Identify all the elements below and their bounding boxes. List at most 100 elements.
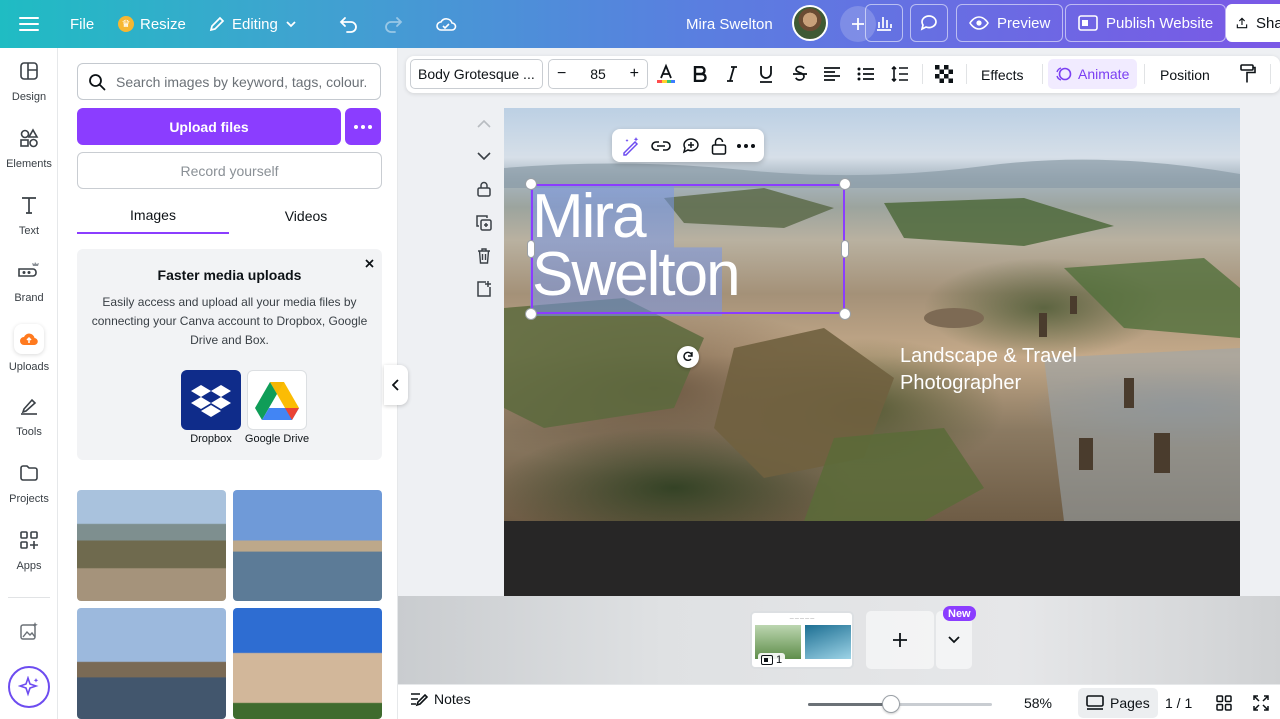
add-page-button[interactable] bbox=[866, 611, 934, 669]
uploaded-image-marina[interactable] bbox=[77, 608, 226, 719]
decrease-font-size-button[interactable]: − bbox=[557, 65, 566, 83]
canva-ai-button[interactable] bbox=[8, 666, 50, 708]
link-icon[interactable] bbox=[651, 139, 671, 153]
rail-item-apps[interactable]: Apps bbox=[0, 519, 58, 579]
unlock-icon[interactable] bbox=[711, 137, 727, 155]
rail-item-label: Elements bbox=[6, 157, 52, 170]
uploaded-image-rocky-beach[interactable] bbox=[77, 490, 226, 601]
rail-item-brand[interactable]: Brand bbox=[0, 251, 58, 311]
rail-divider bbox=[8, 597, 50, 598]
redo-button[interactable] bbox=[376, 6, 410, 42]
share-button[interactable]: Share bbox=[1226, 4, 1280, 42]
pages-button[interactable]: Pages bbox=[1078, 688, 1158, 718]
font-family-dropdown[interactable]: Body Grotesque ... bbox=[410, 59, 543, 89]
search-input[interactable] bbox=[116, 73, 366, 90]
comments-button[interactable] bbox=[910, 4, 948, 42]
font-size-value[interactable]: 85 bbox=[590, 66, 606, 82]
rail-item-text[interactable]: Text bbox=[0, 184, 58, 244]
undo-icon bbox=[339, 17, 357, 33]
page-subheading[interactable]: Landscape & Travel Photographer bbox=[900, 343, 1077, 397]
resize-button[interactable]: ♛ Resize bbox=[108, 6, 196, 42]
crown-icon: ♛ bbox=[118, 16, 134, 32]
copy-style-button[interactable] bbox=[1234, 61, 1262, 87]
preview-button[interactable]: Preview bbox=[956, 4, 1064, 42]
upload-files-button[interactable]: Upload files bbox=[77, 108, 341, 145]
uploaded-image-harbour[interactable] bbox=[233, 490, 382, 601]
align-text-button[interactable] bbox=[818, 61, 846, 87]
rail-item-tools[interactable]: Tools bbox=[0, 385, 58, 445]
rotate-handle[interactable] bbox=[677, 346, 699, 368]
magic-media-button[interactable] bbox=[6, 616, 52, 646]
zoom-slider-thumb[interactable] bbox=[881, 695, 900, 713]
page-move-down-button[interactable] bbox=[470, 142, 498, 170]
spacing-button[interactable] bbox=[886, 61, 914, 87]
text-color-button[interactable] bbox=[652, 61, 680, 87]
design-page[interactable]: Mira Swelton Landscape & Travel Photogra… bbox=[504, 108, 1240, 596]
grid-view-button[interactable] bbox=[1213, 692, 1235, 714]
more-horizontal-icon[interactable] bbox=[737, 143, 755, 148]
redo-icon bbox=[385, 17, 403, 33]
fullscreen-button[interactable] bbox=[1250, 692, 1272, 714]
avatar[interactable] bbox=[792, 5, 828, 41]
duplicate-page-button[interactable] bbox=[470, 209, 498, 237]
toolbar-divider bbox=[966, 64, 967, 84]
resize-handle-right[interactable] bbox=[841, 240, 849, 258]
file-menu-button[interactable]: File bbox=[60, 6, 104, 42]
underline-button[interactable] bbox=[752, 61, 780, 87]
promo-close-button[interactable] bbox=[361, 255, 377, 271]
effects-button[interactable]: Effects bbox=[981, 62, 1024, 88]
resize-handle-top-right[interactable] bbox=[839, 178, 851, 190]
resize-handle-bottom-left[interactable] bbox=[525, 308, 537, 320]
zoom-level[interactable]: 58% bbox=[1012, 695, 1052, 711]
delete-page-button[interactable] bbox=[470, 242, 498, 270]
position-button[interactable]: Position bbox=[1160, 62, 1210, 88]
magic-write-icon[interactable] bbox=[621, 136, 641, 156]
google-drive-connect-button[interactable]: Google Drive bbox=[239, 370, 315, 445]
collapse-panel-button[interactable] bbox=[384, 365, 408, 405]
zoom-slider[interactable] bbox=[808, 695, 992, 713]
resize-handle-bottom-right[interactable] bbox=[839, 308, 851, 320]
rail-item-uploads[interactable]: Uploads bbox=[0, 318, 58, 378]
rail-item-design[interactable]: Design bbox=[0, 50, 58, 110]
rail-item-label: Apps bbox=[16, 559, 42, 572]
tab-videos[interactable]: Videos bbox=[230, 198, 382, 234]
design-title[interactable]: Mira Swelton bbox=[676, 6, 783, 42]
strikethrough-button[interactable] bbox=[786, 61, 814, 87]
upload-more-options-button[interactable] bbox=[345, 108, 381, 145]
rotate-icon bbox=[683, 351, 693, 362]
list-button[interactable] bbox=[852, 61, 880, 87]
editing-mode-dropdown[interactable]: Editing bbox=[198, 6, 308, 42]
save-status-button[interactable] bbox=[428, 6, 464, 42]
animate-button[interactable]: Animate bbox=[1048, 59, 1138, 89]
rail-item-label: Design bbox=[11, 90, 47, 103]
main-menu-button[interactable] bbox=[14, 6, 44, 42]
folder-icon bbox=[16, 460, 42, 486]
transparency-button[interactable] bbox=[930, 61, 958, 87]
new-badge: New bbox=[943, 606, 976, 621]
undo-button[interactable] bbox=[332, 6, 366, 42]
insights-button[interactable] bbox=[865, 4, 903, 42]
rail-item-elements[interactable]: Elements bbox=[0, 117, 58, 177]
bold-button[interactable] bbox=[686, 61, 714, 87]
publish-website-button[interactable]: Publish Website bbox=[1065, 4, 1227, 42]
rail-item-projects[interactable]: Projects bbox=[0, 452, 58, 512]
uploaded-image-building[interactable] bbox=[233, 608, 382, 719]
page-move-up-button[interactable] bbox=[470, 110, 498, 138]
lock-page-button[interactable] bbox=[470, 175, 498, 203]
notes-button[interactable]: Notes bbox=[410, 691, 471, 707]
thumbnail-title-text: — — — — — bbox=[789, 615, 815, 620]
search-box bbox=[77, 63, 381, 100]
cloud-check-icon bbox=[436, 18, 457, 31]
media-uploads-promo: Faster media uploads Easily access and u… bbox=[77, 249, 382, 460]
increase-font-size-button[interactable]: + bbox=[630, 65, 639, 83]
dropbox-connect-button[interactable]: Dropbox bbox=[181, 370, 241, 445]
add-page-side-button[interactable] bbox=[470, 275, 498, 303]
google-drive-label: Google Drive bbox=[244, 433, 310, 445]
record-yourself-button[interactable]: Record yourself bbox=[77, 152, 382, 189]
italic-button[interactable] bbox=[718, 61, 746, 87]
add-comment-icon[interactable] bbox=[681, 136, 701, 156]
page-thumbnail-1[interactable]: — — — — — 1 bbox=[750, 611, 854, 669]
resize-handle-left[interactable] bbox=[527, 240, 535, 258]
resize-handle-top-left[interactable] bbox=[525, 178, 537, 190]
tab-images[interactable]: Images bbox=[77, 198, 229, 234]
